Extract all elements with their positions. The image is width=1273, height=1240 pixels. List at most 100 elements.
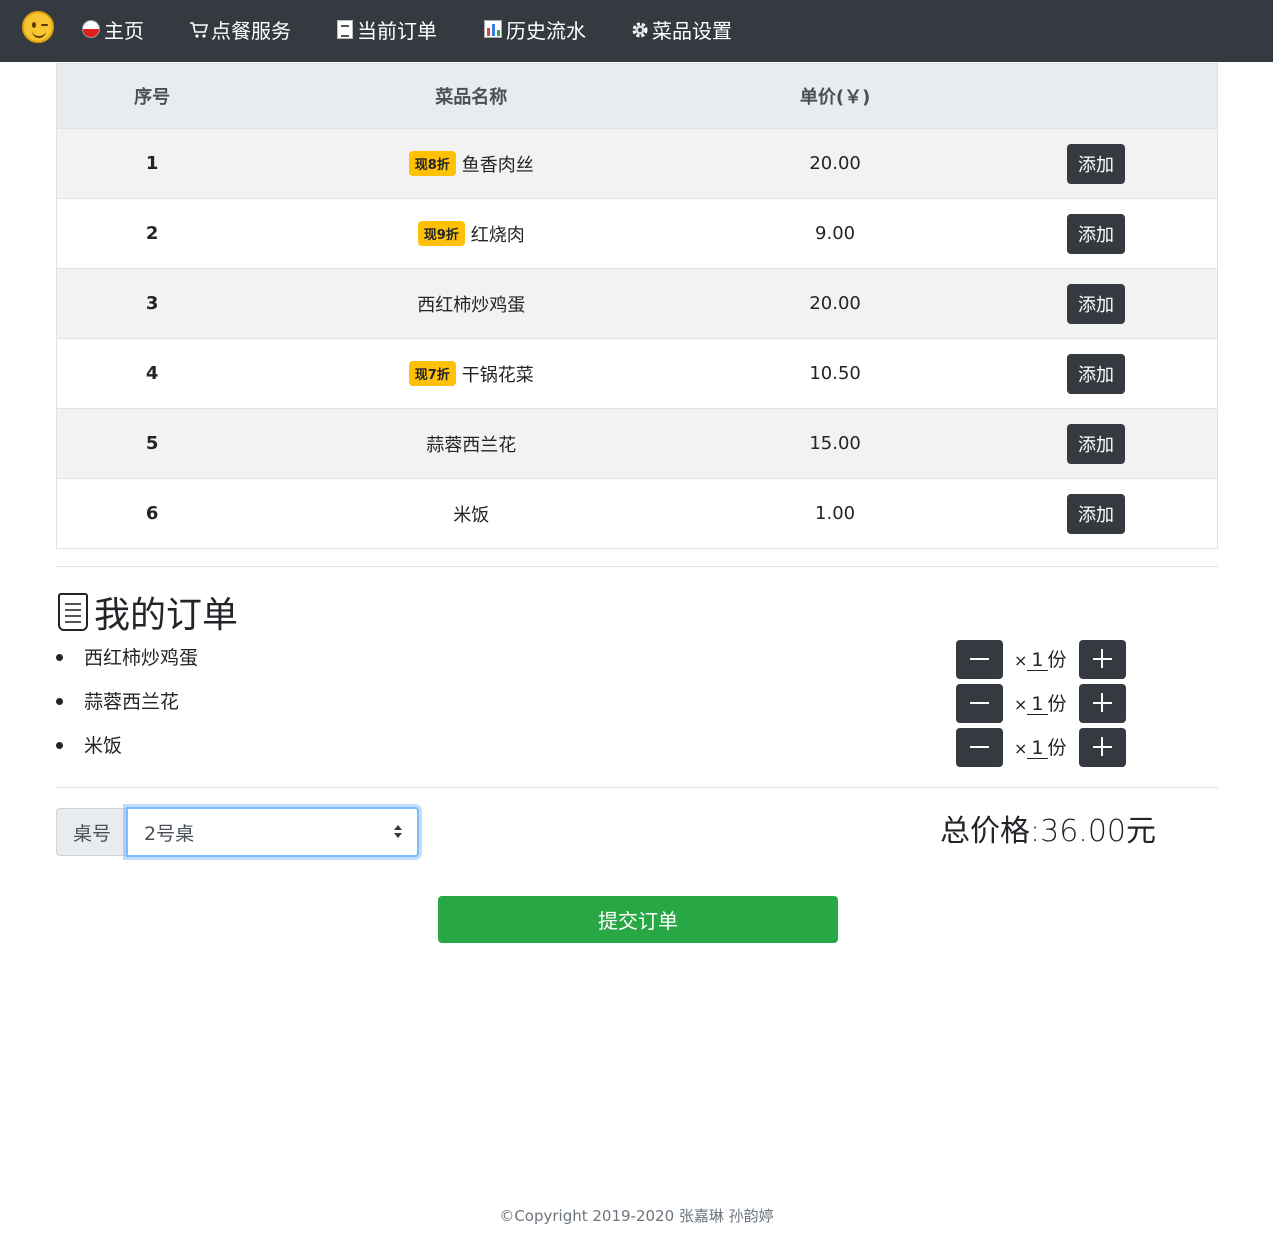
- row-price: 20.00: [695, 128, 975, 199]
- dish-name: 蒜蓉西兰花: [426, 434, 517, 456]
- minus-icon: [970, 658, 989, 660]
- add-button[interactable]: 添加: [1066, 213, 1125, 254]
- row-name-cell: 现7折 干锅花菜: [247, 338, 696, 409]
- list-item: 蒜蓉西兰花 × 1 份: [56, 684, 1218, 724]
- table-row: 2 现9折 红烧肉 9.00 添加: [56, 198, 1218, 269]
- add-button[interactable]: 添加: [1066, 283, 1125, 324]
- bar-chart-icon: [484, 20, 502, 38]
- header-action: [974, 63, 1218, 129]
- decrease-quantity-button[interactable]: [956, 684, 1003, 723]
- bullet: [56, 742, 63, 749]
- quantity-display: × 1 份: [1014, 693, 1067, 715]
- row-action-cell: 添加: [974, 128, 1218, 199]
- nav-history[interactable]: 历史流水: [484, 14, 586, 44]
- row-price: 20.00: [695, 268, 975, 339]
- header-index: 序号: [56, 63, 248, 129]
- row-index: 2: [56, 198, 248, 269]
- order-section-title: 我的订单: [58, 586, 238, 638]
- plus-icon: [1101, 649, 1103, 668]
- row-name-cell: 现8折 鱼香肉丝: [247, 128, 696, 199]
- discount-badge: 现7折: [408, 360, 456, 386]
- nav-home-label: 主页: [104, 18, 144, 43]
- wink-face-logo-icon[interactable]: [22, 11, 54, 43]
- bullet: [56, 654, 63, 661]
- row-action-cell: 添加: [974, 478, 1218, 549]
- menu-table: 序号 菜品名称 单价(￥) 1 现8折 鱼香肉丝 20.00 添加 2 现9折 红烧…: [56, 63, 1218, 549]
- gear-icon: [630, 20, 648, 38]
- table-number-value: 2号桌: [144, 822, 195, 845]
- add-button[interactable]: 添加: [1066, 493, 1125, 534]
- header-name: 菜品名称: [247, 63, 696, 129]
- quantity-value: 1: [1027, 650, 1048, 671]
- memo-icon: [337, 19, 353, 39]
- dish-name: 干锅花菜: [461, 364, 534, 386]
- minus-icon: [970, 702, 989, 704]
- table-row: 6 米饭 1.00 添加: [56, 478, 1218, 549]
- list-item: 米饭 × 1 份: [56, 728, 1218, 768]
- plus-icon: [1101, 737, 1103, 756]
- row-name-cell: 现9折 红烧肉: [247, 198, 696, 269]
- increase-quantity-button[interactable]: [1079, 640, 1126, 679]
- row-price: 1.00: [695, 478, 975, 549]
- row-action-cell: 添加: [974, 198, 1218, 269]
- row-action-cell: 添加: [974, 408, 1218, 479]
- discount-badge: 现8折: [408, 150, 456, 176]
- order-title-text: 我的订单: [94, 595, 239, 636]
- bullet: [56, 698, 63, 705]
- top-navbar: 主页 点餐服务 当前订单 历史流水 菜品设置: [0, 0, 1273, 62]
- row-index: 3: [56, 268, 248, 339]
- total-price: 总价格:36.00元: [940, 814, 1156, 849]
- order-item-name: 西红柿炒鸡蛋: [84, 647, 199, 669]
- increase-quantity-button[interactable]: [1079, 728, 1126, 767]
- quantity-value: 1: [1027, 694, 1048, 715]
- list-item: 西红柿炒鸡蛋 × 1 份: [56, 640, 1218, 680]
- submit-order-button[interactable]: 提交订单: [438, 896, 838, 943]
- add-button[interactable]: 添加: [1066, 143, 1125, 184]
- scroll-icon: [58, 593, 88, 631]
- quantity-value: 1: [1027, 738, 1048, 759]
- decrease-quantity-button[interactable]: [956, 728, 1003, 767]
- row-index: 6: [56, 478, 248, 549]
- divider: [56, 566, 1218, 567]
- divider: [56, 787, 1218, 788]
- select-arrows-icon: [393, 825, 403, 839]
- table-number-label: 桌号: [56, 808, 128, 856]
- nav-current-order-label: 当前订单: [357, 18, 437, 43]
- table-row: 5 蒜蓉西兰花 15.00 添加: [56, 408, 1218, 479]
- decrease-quantity-button[interactable]: [956, 640, 1003, 679]
- table-row: 1 现8折 鱼香肉丝 20.00 添加: [56, 128, 1218, 199]
- order-item-name: 蒜蓉西兰花: [84, 691, 180, 713]
- row-price: 15.00: [695, 408, 975, 479]
- table-row: 3 西红柿炒鸡蛋 20.00 添加: [56, 268, 1218, 339]
- quantity-display: × 1 份: [1014, 737, 1067, 759]
- add-button[interactable]: 添加: [1066, 423, 1125, 464]
- quantity-display: × 1 份: [1014, 649, 1067, 671]
- increase-quantity-button[interactable]: [1079, 684, 1126, 723]
- row-index: 5: [56, 408, 248, 479]
- header-price: 单价(￥): [695, 63, 975, 129]
- dish-name: 米饭: [453, 504, 490, 526]
- menu-table-header: 序号 菜品名称 单价(￥): [56, 63, 1218, 129]
- minus-icon: [970, 746, 989, 748]
- row-action-cell: 添加: [974, 338, 1218, 409]
- row-name-cell: 蒜蓉西兰花: [247, 408, 696, 479]
- add-button[interactable]: 添加: [1066, 353, 1125, 394]
- nav-current-order[interactable]: 当前订单: [337, 14, 437, 44]
- nav-ordering-service-label: 点餐服务: [211, 18, 291, 43]
- dish-name: 红烧肉: [470, 224, 525, 246]
- shopping-cart-icon: [189, 20, 209, 38]
- row-price: 9.00: [695, 198, 975, 269]
- row-index: 1: [56, 128, 248, 199]
- home-icon: [82, 20, 100, 38]
- nav-home[interactable]: 主页: [82, 14, 144, 44]
- nav-dish-settings[interactable]: 菜品设置: [630, 14, 732, 44]
- row-price: 10.50: [695, 338, 975, 409]
- row-name-cell: 米饭: [247, 478, 696, 549]
- row-index: 4: [56, 338, 248, 409]
- plus-icon: [1101, 693, 1103, 712]
- table-number-select[interactable]: 2号桌: [126, 807, 419, 857]
- dish-name: 鱼香肉丝: [461, 154, 534, 176]
- row-action-cell: 添加: [974, 268, 1218, 339]
- footer-copyright: ©Copyright 2019-2020 张嘉琳 孙韵婷: [499, 1207, 774, 1225]
- nav-ordering-service[interactable]: 点餐服务: [189, 14, 291, 44]
